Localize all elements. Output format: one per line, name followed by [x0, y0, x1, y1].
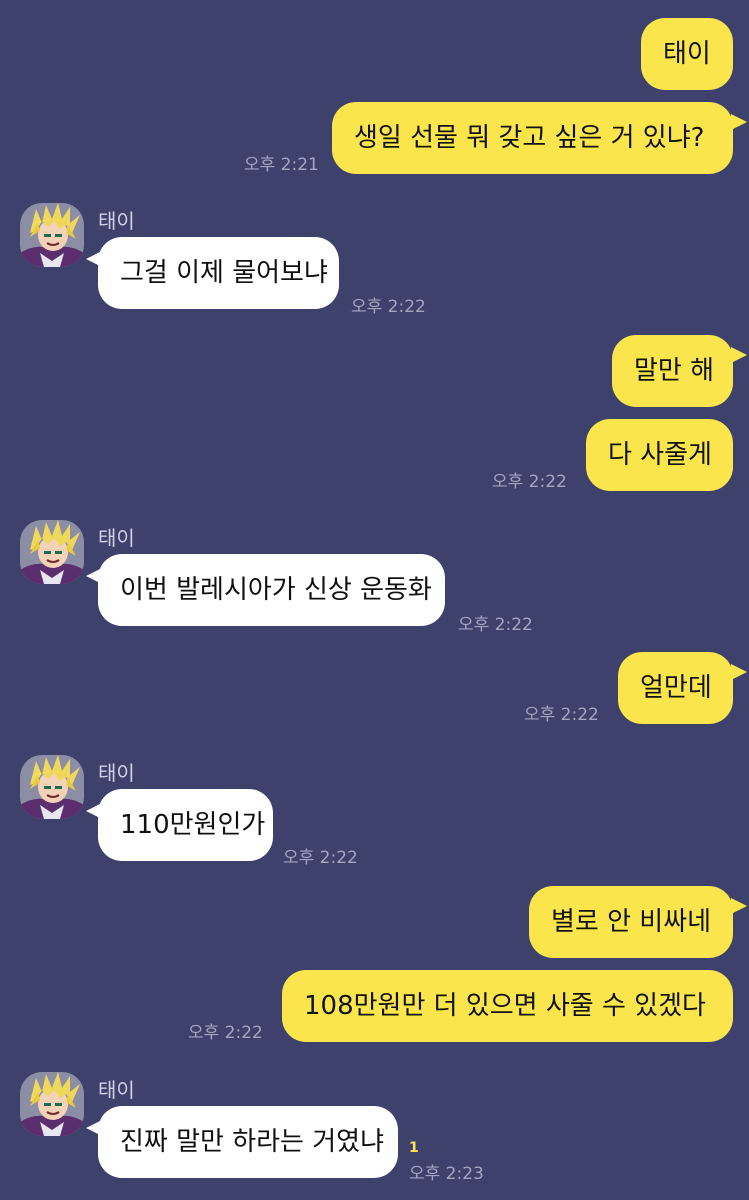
message-text: 110만원인가: [120, 810, 266, 840]
sender-name: 태이: [98, 1078, 135, 1102]
incoming-message[interactable]: 110만원인가: [98, 789, 273, 861]
message-text: 다 사줄게: [608, 440, 712, 470]
profile-avatar-icon: [20, 520, 84, 584]
outgoing-message[interactable]: 말만 해: [612, 335, 733, 407]
message-text: 108만원만 더 있으면 사줄 수 있겠다: [304, 991, 706, 1021]
unread-count: 1: [409, 1140, 419, 1156]
sender-name: 태이: [98, 526, 135, 550]
incoming-message[interactable]: 진짜 말만 하라는 거였냐: [98, 1106, 398, 1178]
avatar[interactable]: [20, 755, 84, 819]
profile-avatar-icon: [20, 1072, 84, 1136]
outgoing-message[interactable]: 별로 안 비싸네: [529, 886, 733, 958]
message-text: 태이: [663, 39, 711, 69]
profile-avatar-icon: [20, 755, 84, 819]
bubble-tail: [731, 114, 747, 130]
avatar[interactable]: [20, 203, 84, 267]
message-text: 그걸 이제 물어보냐: [120, 258, 328, 288]
message-time: 오후 2:22: [351, 297, 426, 317]
outgoing-message[interactable]: 다 사줄게: [586, 419, 733, 491]
message-time: 오후 2:23: [409, 1164, 484, 1184]
sender-name: 태이: [98, 761, 135, 785]
message-time: 오후 2:22: [458, 615, 533, 635]
message-time: 오후 2:22: [188, 1023, 263, 1043]
message-text: 얼만데: [640, 673, 712, 703]
bubble-tail: [731, 347, 747, 363]
message-time: 오후 2:21: [244, 155, 319, 175]
profile-avatar-icon: [20, 203, 84, 267]
message-text: 이번 발레시아가 신상 운동화: [120, 575, 432, 605]
message-text: 진짜 말만 하라는 거였냐: [120, 1127, 384, 1157]
bubble-tail: [731, 898, 747, 914]
message-time: 오후 2:22: [283, 848, 358, 868]
avatar[interactable]: [20, 1072, 84, 1136]
sender-name: 태이: [98, 209, 135, 233]
message-time: 오후 2:22: [492, 472, 567, 492]
outgoing-message[interactable]: 108만원만 더 있으면 사줄 수 있겠다: [282, 970, 733, 1042]
outgoing-message[interactable]: 태이: [641, 18, 733, 90]
message-text: 생일 선물 뭐 갖고 싶은 거 있냐?: [354, 123, 705, 153]
message-text: 말만 해: [634, 356, 715, 386]
outgoing-message[interactable]: 생일 선물 뭐 갖고 싶은 거 있냐?: [332, 102, 733, 174]
message-text: 별로 안 비싸네: [551, 907, 712, 937]
incoming-message[interactable]: 그걸 이제 물어보냐: [98, 237, 339, 309]
bubble-tail: [731, 664, 747, 680]
incoming-message[interactable]: 이번 발레시아가 신상 운동화: [98, 554, 445, 626]
message-time: 오후 2:22: [524, 705, 599, 725]
outgoing-message[interactable]: 얼만데: [618, 652, 733, 724]
avatar[interactable]: [20, 520, 84, 584]
